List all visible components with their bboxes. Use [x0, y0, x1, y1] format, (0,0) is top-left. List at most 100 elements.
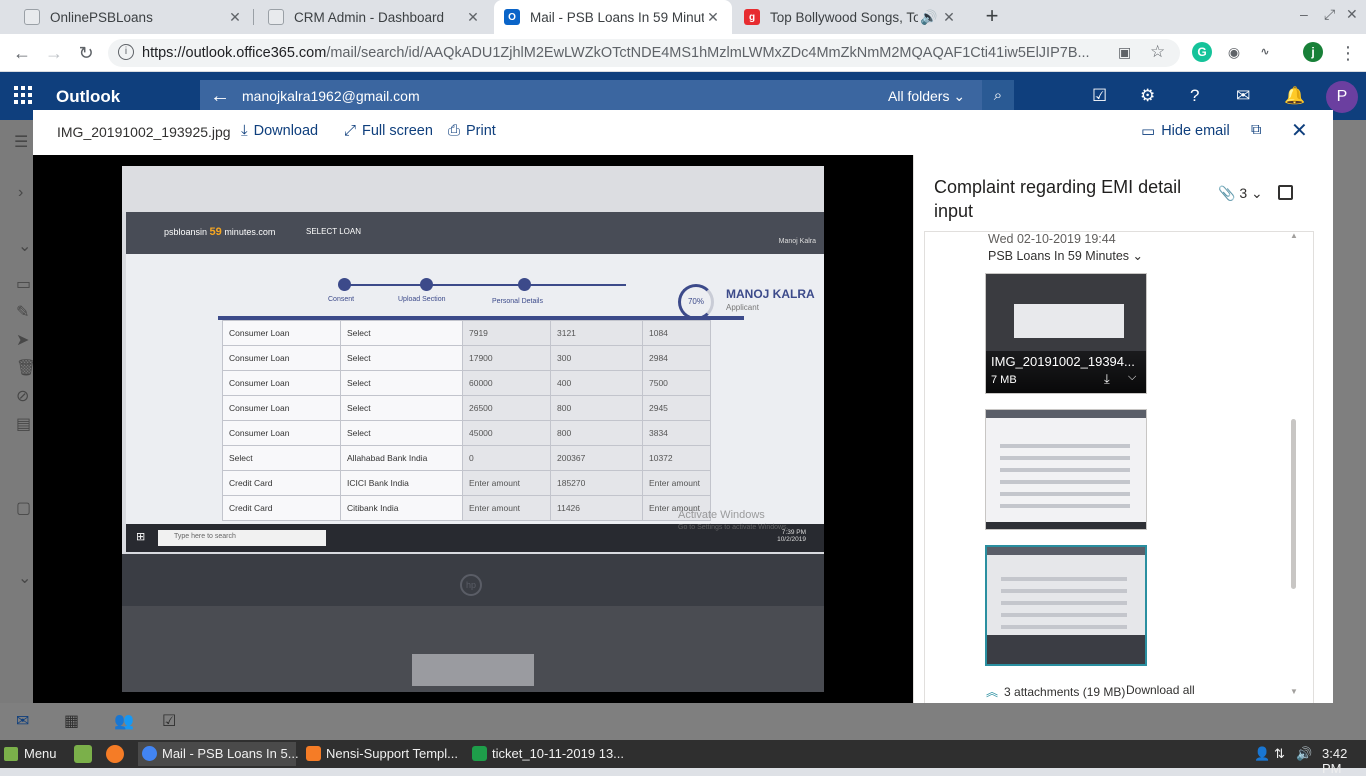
scrollbar-thumb[interactable] [1291, 419, 1296, 589]
forward-icon[interactable]: → [42, 41, 66, 65]
photo-table-cell: 17900 [462, 345, 551, 371]
print-button[interactable]: ⎙ Print [448, 122, 496, 139]
firefox-launcher-icon[interactable] [106, 745, 124, 763]
download-button[interactable]: ⤓ Download [241, 122, 318, 139]
people-icon[interactable]: 👥 [114, 711, 134, 731]
extension-icon[interactable]: ∿ [1255, 42, 1275, 62]
photo-table-cell: Select [340, 370, 463, 396]
email-sender-name: PSB Loans In 59 Minutes [988, 249, 1130, 263]
browser-tab-mail[interactable]: O Mail - PSB Loans In 59 Minutes ✕ [494, 0, 732, 34]
back-icon[interactable]: ← [10, 41, 34, 65]
scroll-up-icon[interactable]: ▲ [1290, 231, 1298, 240]
document-icon [268, 9, 284, 25]
browser-tab-onlinepsbloans[interactable]: OnlinePSBLoans ✕ [14, 0, 254, 34]
cast-icon[interactable]: ▣ [1118, 44, 1131, 61]
download-all-link[interactable]: Download all [1126, 683, 1195, 697]
photo-activate-windows: Activate Windows [678, 509, 765, 521]
search-scope-dropdown[interactable]: All folders ⌄ [888, 88, 965, 105]
chevron-down-icon[interactable]: ⌵ [1128, 371, 1136, 384]
my-day-icon[interactable]: ☑ [1092, 86, 1107, 106]
photo-browser-chrome [122, 166, 824, 212]
taskbar-item-mail[interactable]: Mail - PSB Loans In 5... [138, 742, 299, 766]
photo-table-cell: Consumer Loan [222, 320, 341, 346]
address-bar[interactable]: i https://outlook.office365.com/mail/sea… [108, 39, 1180, 67]
taskbar-item-ticket[interactable]: ticket_10-11-2019 13... [468, 742, 624, 766]
collapse-pane-icon[interactable] [1278, 185, 1293, 200]
close-tab-icon[interactable]: ✕ [464, 9, 482, 26]
reading-pane-scrollbar[interactable]: ▲ ▼ [1288, 231, 1300, 703]
hamburger-icon: ☰ [14, 134, 29, 151]
feedback-icon[interactable]: ✉ [1236, 86, 1250, 106]
minimize-icon[interactable]: – [1300, 6, 1308, 22]
app-launcher-icon[interactable] [14, 86, 32, 104]
tray-clock[interactable]: 3:42 PM [1322, 746, 1366, 776]
image-viewer: psbloansin 59 minutes.com SELECT LOAN Ma… [33, 155, 913, 703]
scroll-down-icon[interactable]: ▼ [1290, 687, 1298, 696]
calendar-icon[interactable]: ▦ [64, 711, 79, 731]
user-avatar[interactable]: P [1326, 81, 1358, 113]
photo-table-cell: Consumer Loan [222, 395, 341, 421]
close-window-icon[interactable]: ✕ [1346, 6, 1358, 23]
maximize-icon[interactable]: ⤢ [1324, 6, 1335, 23]
volume-tray-icon[interactable]: 🔊 [1296, 746, 1312, 762]
attachments-footer: ︽ 3 attachments (19 MB) Download all [986, 683, 1195, 700]
photo-table-cell: Select [222, 445, 341, 471]
close-tab-icon[interactable]: ✕ [226, 9, 244, 26]
browser-tab-bollywood[interactable]: g Top Bollywood Songs, Top 5 🔊 ✕ [734, 0, 968, 34]
mail-icon[interactable]: ✉ [16, 711, 29, 731]
help-icon[interactable]: ? [1190, 86, 1199, 106]
attachment-tile[interactable]: IMG_20191002_19394... 7 MB ⤓ ⌵ [985, 273, 1147, 394]
close-tab-icon[interactable]: ✕ [940, 9, 958, 26]
chevron-up-icon[interactable]: ︽ [986, 685, 998, 699]
bookmark-star-icon[interactable]: ☆ [1150, 42, 1165, 62]
settings-gear-icon[interactable]: ⚙ [1140, 86, 1155, 106]
tasks-icon[interactable]: ☑ [162, 711, 176, 731]
hide-email-button[interactable]: ▭ Hide email [1141, 122, 1230, 140]
hide-email-label: Hide email [1161, 123, 1230, 139]
user-tray-icon[interactable]: 👤 [1254, 746, 1270, 762]
camera-icon[interactable]: ◉ [1224, 42, 1244, 62]
outlook-brand[interactable]: Outlook [56, 87, 120, 107]
photo-table-cell: Consumer Loan [222, 420, 341, 446]
attachment-preview-dialog: IMG_20191002_193925.jpg ⤓ Download ⤢ Full … [33, 110, 1333, 703]
start-menu-button[interactable]: Menu [4, 746, 57, 761]
speaker-icon[interactable]: 🔊 [918, 9, 940, 26]
reload-icon[interactable]: ↻ [74, 41, 98, 65]
search-box[interactable]: ← manojkalra1962@gmail.com All folders ⌄… [200, 80, 1014, 112]
search-icon[interactable]: ⌕ [982, 80, 1014, 112]
photo-table-cell: Select [340, 395, 463, 421]
close-icon[interactable]: ✕ [1291, 118, 1308, 143]
photo-clock-date: 10/2/2019 [777, 536, 806, 543]
info-icon[interactable]: i [118, 44, 134, 60]
close-tab-icon[interactable]: ✕ [704, 9, 722, 26]
thumb-row [1000, 444, 1130, 448]
attachments-summary[interactable]: 3 attachments (19 MB) [1004, 685, 1125, 699]
files-launcher-icon[interactable] [74, 745, 92, 763]
new-tab-button[interactable]: + [980, 5, 1004, 29]
attachment-photo[interactable]: psbloansin 59 minutes.com SELECT LOAN Ma… [122, 166, 824, 692]
thumb-row [1000, 492, 1130, 496]
attachment-tile[interactable] [985, 409, 1147, 530]
search-input[interactable]: manojkalra1962@gmail.com [242, 88, 420, 104]
notifications-bell-icon[interactable]: 🔔 [1284, 86, 1305, 106]
browser-menu-icon[interactable]: ⋮ [1336, 41, 1360, 65]
attachment-count-button[interactable]: 📎 3 ⌄ [1218, 185, 1263, 202]
back-arrow-icon[interactable]: ← [210, 85, 230, 108]
full-screen-button[interactable]: ⤢ Full screen [344, 122, 433, 139]
email-sender[interactable]: PSB Loans In 59 Minutes ⌄ [988, 248, 1143, 263]
browser-tab-crm-admin[interactable]: CRM Admin - Dashboard ✕ [258, 0, 492, 34]
taskbar-item-nensi[interactable]: Nensi-Support Templ... [302, 742, 462, 766]
download-icon[interactable]: ⤓ [1104, 371, 1110, 387]
photo-table-cell: Citibank India [340, 495, 463, 521]
pop-out-icon[interactable]: ⧉ [1251, 122, 1261, 138]
attachment-tile-selected[interactable] [985, 545, 1147, 666]
photo-step-dot [420, 278, 433, 291]
photo-step-label: Consent [328, 296, 355, 303]
tab-title: Mail - PSB Loans In 59 Minutes [530, 9, 704, 25]
grammarly-icon[interactable]: G [1192, 42, 1212, 62]
profile-avatar[interactable]: j [1303, 42, 1323, 62]
network-tray-icon[interactable]: ⇅ [1274, 746, 1285, 762]
thumb-row [1000, 480, 1130, 484]
chevron-down-icon: ⌄ [18, 570, 32, 587]
menu-label: Menu [24, 746, 57, 761]
